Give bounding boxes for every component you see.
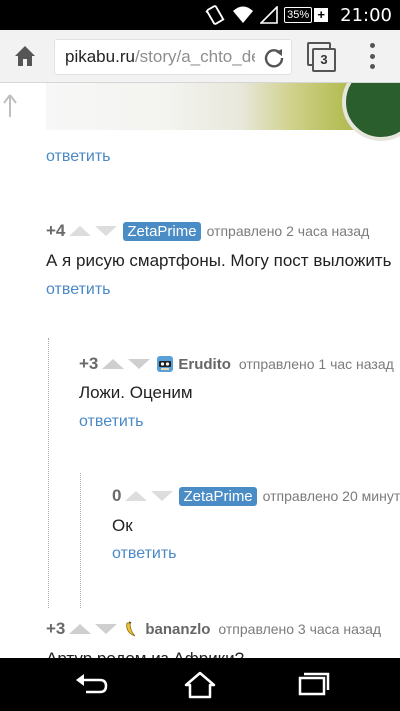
comment-author[interactable]: ZetaPrime [123, 221, 201, 241]
downvote-icon[interactable] [95, 624, 118, 634]
menu-dot [369, 43, 375, 48]
menu-dot [369, 64, 375, 69]
comment-author[interactable]: bananzlo [145, 621, 210, 638]
menu-icon[interactable] [360, 43, 384, 69]
downvote-icon[interactable] [151, 491, 174, 501]
comments-area[interactable]: ответить +4 ZetaPrime отправлено 2 часа … [0, 83, 400, 658]
comment-rating: +4 [46, 221, 66, 240]
tabs-icon[interactable]: 3 [307, 42, 336, 72]
reply-link[interactable]: ответить [46, 281, 111, 299]
comment-text: Ложи. Оценим [79, 383, 193, 402]
downvote-icon[interactable] [128, 359, 151, 369]
status-bar: 35% + 21:00 [0, 0, 400, 30]
comment-time: отправлено 1 час назад [238, 356, 394, 372]
menu-dot [369, 53, 375, 59]
avatar-icon [157, 356, 174, 372]
downvote-icon[interactable] [95, 226, 118, 236]
comment-header: 0 ZetaPrime отправлено 20 минут назад [112, 485, 400, 507]
comment-header: +3 Erudito отправлено 1 час назад [79, 353, 394, 375]
arrow-up-icon[interactable] [2, 93, 18, 117]
comment-author[interactable]: Erudito [178, 356, 231, 373]
post-image [46, 83, 400, 141]
comment-rating: +3 [79, 354, 99, 373]
reply-link[interactable]: ответить [112, 545, 177, 563]
reply-link[interactable]: ответить [46, 148, 111, 166]
comment-text: Артур родом из Африки? [46, 649, 244, 658]
upvote-icon[interactable] [69, 226, 92, 236]
url-host: pikabu.ru [65, 47, 135, 66]
comment-author[interactable]: ZetaPrime [179, 486, 257, 506]
thread-indent-line [80, 473, 81, 608]
comment-text: Ок [112, 516, 133, 535]
upvote-icon[interactable] [69, 624, 92, 634]
home-icon[interactable] [12, 43, 38, 69]
banana-icon [126, 621, 136, 637]
comment-time: отправлено 20 минут назад [262, 488, 400, 504]
url-text[interactable]: pikabu.ru/story/a_chto_de [65, 47, 255, 67]
url-bar[interactable]: pikabu.ru/story/a_chto_de [54, 39, 292, 75]
browser-toolbar: pikabu.ru/story/a_chto_de 3 [0, 30, 400, 83]
home-icon[interactable] [180, 670, 220, 700]
comment-rating: +3 [46, 619, 66, 638]
battery-percent: 35% [284, 7, 313, 23]
reply-link[interactable]: ответить [79, 413, 144, 431]
wifi-icon [233, 6, 254, 23]
upvote-icon[interactable] [102, 359, 125, 369]
status-icons: 35% + 21:00 [204, 0, 392, 30]
thread-indent-line [48, 338, 49, 608]
comment-time: отправлено 2 часа назад [206, 223, 370, 239]
system-nav-bar [0, 658, 400, 711]
charging-indicator: + [314, 8, 329, 22]
battery-icon: 35% + [284, 7, 329, 23]
comment-text: А я рисую смартфоны. Могу пост выложить [46, 251, 392, 270]
comment-rating: 0 [112, 486, 122, 505]
vibrate-icon [205, 5, 225, 25]
clock: 21:00 [340, 4, 392, 26]
signal-icon [260, 6, 278, 24]
recent-apps-icon[interactable] [292, 670, 332, 700]
reload-icon[interactable] [263, 46, 285, 68]
comment-header: +4 ZetaPrime отправлено 2 часа назад [46, 220, 369, 242]
upvote-icon[interactable] [125, 491, 148, 501]
tab-count: 3 [312, 48, 336, 72]
back-icon[interactable] [70, 670, 110, 700]
image-logo [342, 83, 400, 141]
url-path: /story/a_chto_de [134, 47, 255, 66]
comment-header: +3 bananzlo отправлено 3 часа назад [46, 618, 381, 640]
comment-time: отправлено 3 часа назад [218, 621, 382, 637]
